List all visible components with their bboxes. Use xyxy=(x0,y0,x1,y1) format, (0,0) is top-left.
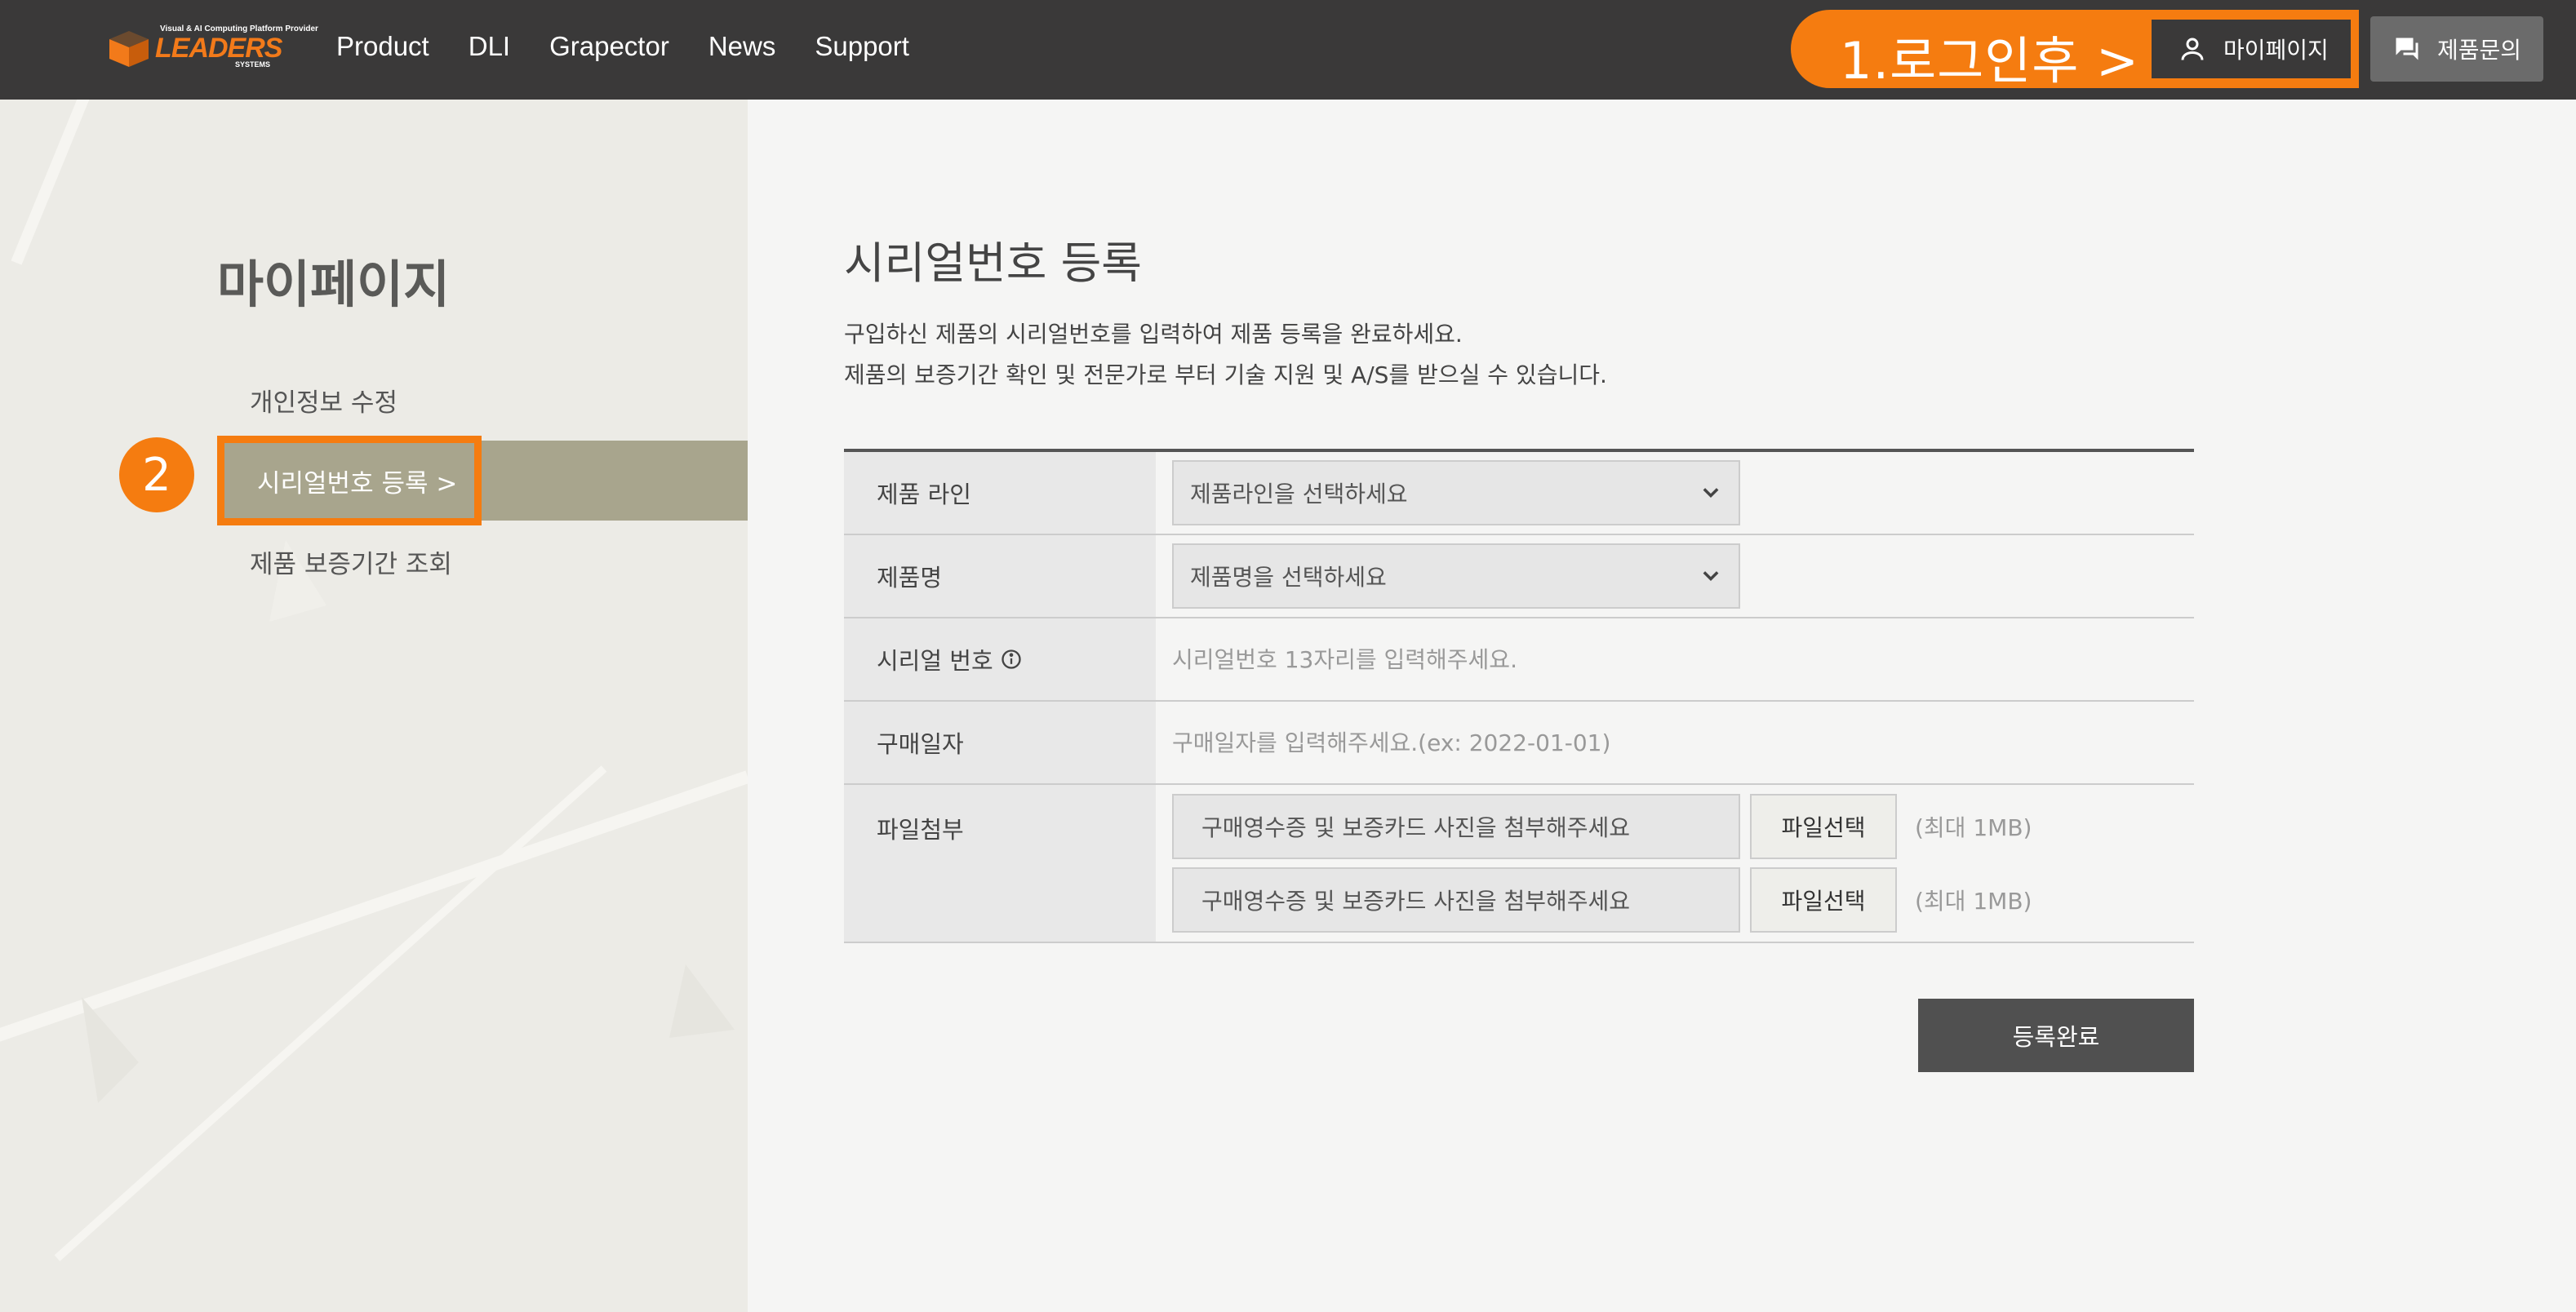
form-row-purchase-date: 구매일자 xyxy=(844,702,2194,785)
file-size-limit: (최대 1MB) xyxy=(1915,814,2032,841)
serial-label: 시리얼 번호 xyxy=(877,647,993,675)
product-line-value: 제품라인을 선택하세요 xyxy=(1190,481,1408,508)
file-line: 구매영수증 및 보증카드 사진을 첨부해주세요 파일선택 (최대 1MB) xyxy=(1172,794,2032,859)
user-icon xyxy=(2181,38,2204,60)
leaders-logo[interactable]: Visual & AI Computing Platform Provider … xyxy=(104,23,318,69)
product-line-select[interactable]: 제품라인을 선택하세요 xyxy=(1172,460,1740,525)
login-annotation-text: 1.로그인후 > xyxy=(1840,31,2139,91)
nav-news[interactable]: News xyxy=(708,31,776,62)
sidebar-title: 마이페이지 xyxy=(217,255,451,314)
file-size-limit: (최대 1MB) xyxy=(1915,888,2032,915)
sidebar-item-serial-register[interactable]: 시리얼번호 등록 > xyxy=(217,436,482,525)
file-line: 구매영수증 및 보증카드 사진을 첨부해주세요 파일선택 (최대 1MB) xyxy=(1172,867,2032,933)
product-inquiry-button[interactable]: 제품문의 xyxy=(2370,16,2543,82)
file-name-box: 구매영수증 및 보증카드 사진을 첨부해주세요 xyxy=(1172,867,1740,933)
cube-logo-icon xyxy=(109,31,149,67)
form-row-serial: 시리얼 번호 xyxy=(844,618,2194,702)
product-name-value: 제품명을 선택하세요 xyxy=(1190,564,1387,591)
mypage-button[interactable]: 마이페이지 xyxy=(2152,20,2351,78)
form-row-product-name: 제품명 제품명을 선택하세요 xyxy=(844,535,2194,618)
serial-registration-form: 제품 라인 제품라인을 선택하세요 제품명 제품명을 선택하세요 시리얼 번호 xyxy=(844,449,2194,943)
description-line-2: 제품의 보증기간 확인 및 전문가로 부터 기술 지원 및 A/S를 받으실 수… xyxy=(844,361,1607,388)
form-row-product-line: 제품 라인 제품라인을 선택하세요 xyxy=(844,452,2194,535)
info-icon[interactable] xyxy=(1000,648,1023,671)
sidebar-item-edit-profile[interactable]: 개인정보 수정 xyxy=(250,382,398,419)
product-name-select[interactable]: 제품명을 선택하세요 xyxy=(1172,543,1740,609)
sidebar: 마이페이지 개인정보 수정 시리얼번호 등록 > 제품 보증기간 조회 xyxy=(0,100,748,1312)
inquiry-label: 제품문의 xyxy=(2437,37,2522,64)
serial-label-cell: 시리얼 번호 xyxy=(844,618,1156,700)
top-header: Visual & AI Computing Platform Provider … xyxy=(0,0,2576,100)
file-name-box: 구매영수증 및 보증카드 사진을 첨부해주세요 xyxy=(1172,794,1740,859)
mypage-label: 마이페이지 xyxy=(2223,37,2329,64)
logo-sub: SYSTEMS xyxy=(235,60,271,69)
serial-number-input[interactable] xyxy=(1172,635,1907,684)
product-line-label: 제품 라인 xyxy=(844,452,1156,534)
file-select-button[interactable]: 파일선택 xyxy=(1750,867,1897,933)
sidebar-item-warranty-lookup[interactable]: 제품 보증기간 조회 xyxy=(250,543,452,580)
page-title: 시리얼번호 등록 xyxy=(844,237,1142,289)
form-row-file-attach: 파일첨부 구매영수증 및 보증카드 사진을 첨부해주세요 파일선택 (최대 1M… xyxy=(844,785,2194,943)
nav-support[interactable]: Support xyxy=(815,31,909,62)
nav-grapector[interactable]: Grapector xyxy=(549,31,669,62)
chat-icon xyxy=(2396,38,2418,60)
purchase-date-input[interactable] xyxy=(1172,718,1907,767)
file-attach-label: 파일첨부 xyxy=(844,785,1156,942)
description-line-1: 구입하신 제품의 시리얼번호를 입력하여 제품 등록을 완료하세요. xyxy=(844,321,1463,348)
nav-dli[interactable]: DLI xyxy=(469,31,510,62)
product-name-label: 제품명 xyxy=(844,535,1156,617)
chevron-down-icon xyxy=(1703,571,1719,581)
file-select-button[interactable]: 파일선택 xyxy=(1750,794,1897,859)
step-badge: 2 xyxy=(119,437,194,512)
nav-product[interactable]: Product xyxy=(336,31,429,62)
submit-registration-button[interactable]: 등록완료 xyxy=(1918,999,2194,1072)
main-nav: Product DLI Grapector News Support xyxy=(336,31,948,62)
chevron-down-icon xyxy=(1703,488,1719,498)
purchase-date-label: 구매일자 xyxy=(844,702,1156,783)
